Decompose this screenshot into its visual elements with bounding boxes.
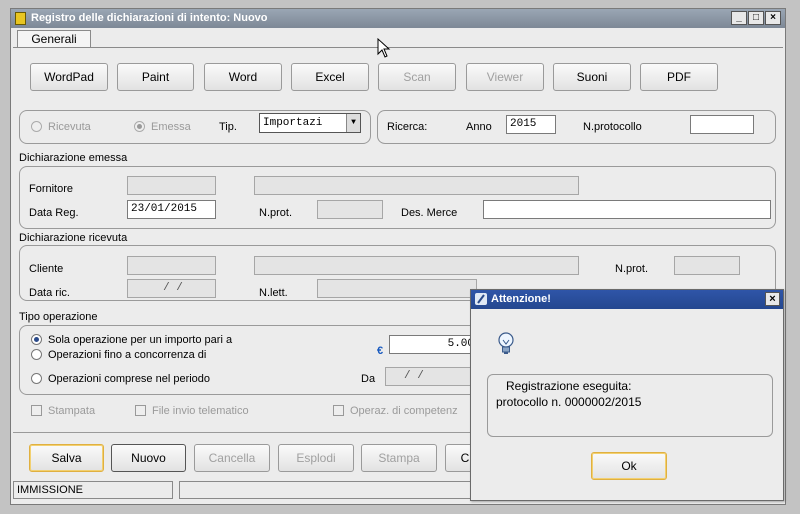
data-reg-label: Data Reg. xyxy=(29,207,79,219)
chevron-down-icon[interactable]: ▼ xyxy=(346,114,360,132)
nlett-label: N.lett. xyxy=(259,287,288,299)
ricerca-label: Ricerca: xyxy=(387,121,428,133)
ricevuta-radio[interactable] xyxy=(31,121,42,132)
operaz-label: Operaz. di competenz xyxy=(350,405,458,417)
nlett-field xyxy=(317,279,477,298)
fornitore-name-field xyxy=(254,176,579,195)
stampa-button[interactable]: Stampa xyxy=(361,444,437,472)
sola-operazione-label: Sola operazione per un importo pari a xyxy=(48,334,233,346)
nprotocollo-input[interactable] xyxy=(690,115,754,134)
maximize-button[interactable]: □ xyxy=(748,11,764,25)
tab-divider xyxy=(13,47,783,48)
salva-button[interactable]: Salva xyxy=(29,444,104,472)
excel-button[interactable]: Excel xyxy=(291,63,369,91)
status-mode: IMMISSIONE xyxy=(13,481,173,499)
esplodi-button[interactable]: Esplodi xyxy=(278,444,354,472)
fino-concorrenza-label: Operazioni fino a concorrenza di xyxy=(48,349,207,361)
mouse-cursor-icon xyxy=(377,38,391,58)
tip-select[interactable]: Importazi ▼ xyxy=(259,113,361,133)
cliente-code-field xyxy=(127,256,216,275)
data-ric-label: Data ric. xyxy=(29,287,70,299)
lightbulb-icon xyxy=(498,332,514,354)
fornitore-code-field xyxy=(127,176,216,195)
stampata-checkbox[interactable] xyxy=(31,405,42,416)
app-logo-icon xyxy=(475,293,487,305)
periodo-radio[interactable] xyxy=(31,373,42,384)
viewer-button[interactable]: Viewer xyxy=(466,63,544,91)
message-line-2: protocollo n. 0000002/2015 xyxy=(496,395,642,409)
window-title: Registro delle dichiarazioni di intento:… xyxy=(31,12,268,24)
fornitore-label: Fornitore xyxy=(29,183,74,195)
cliente-label: Cliente xyxy=(29,263,64,275)
data-reg-input[interactable]: 23/01/2015 xyxy=(127,200,216,219)
operaz-checkbox[interactable] xyxy=(333,405,344,416)
app-icon xyxy=(15,12,26,25)
emessa-radio[interactable] xyxy=(134,121,145,132)
periodo-label: Operazioni comprese nel periodo xyxy=(48,373,211,385)
ricevuta-nprot-field xyxy=(674,256,740,275)
data-ric-field: / / xyxy=(127,279,216,298)
emessa-section-title: Dichiarazione emessa xyxy=(19,152,128,164)
emessa-label: Emessa xyxy=(151,121,191,133)
stampata-label: Stampata xyxy=(48,405,96,417)
dialog-close-button[interactable]: × xyxy=(765,292,780,306)
tab-generali[interactable]: Generali xyxy=(17,30,91,48)
anno-input[interactable]: 2015 xyxy=(506,115,556,134)
da-label: Da xyxy=(361,373,376,385)
des-merce-label: Des. Merce xyxy=(401,207,458,219)
ricevuta-nprot-label: N.prot. xyxy=(615,263,649,275)
cliente-name-field xyxy=(254,256,579,275)
file-invio-checkbox[interactable] xyxy=(135,405,146,416)
wordpad-button[interactable]: WordPad xyxy=(30,63,108,91)
anno-label: Anno xyxy=(466,121,492,133)
dialog-title-bar: Attenzione! × xyxy=(471,290,783,309)
tip-select-value: Importazi xyxy=(263,117,323,129)
attenzione-dialog: Attenzione! × Registrazione eseguita: pr… xyxy=(470,289,784,501)
paint-button[interactable]: Paint xyxy=(117,63,194,91)
ok-button[interactable]: Ok xyxy=(591,452,667,480)
ricevuta-section-title: Dichiarazione ricevuta xyxy=(19,232,128,244)
scan-button[interactable]: Scan xyxy=(378,63,456,91)
des-merce-input[interactable] xyxy=(483,200,771,219)
importo-input[interactable]: 5.00 xyxy=(389,335,479,354)
message-box: Registrazione eseguita: protocollo n. 00… xyxy=(487,374,773,437)
emessa-nprot-label: N.prot. xyxy=(259,207,293,219)
dialog-title: Attenzione! xyxy=(491,293,551,305)
status-message xyxy=(179,481,479,499)
nprotocollo-label: N.protocollo xyxy=(583,121,642,133)
file-invio-label: File invio telematico xyxy=(152,405,249,417)
nuovo-button[interactable]: Nuovo xyxy=(111,444,186,472)
euro-icon: € xyxy=(377,345,384,357)
da-date-field: / / xyxy=(385,367,479,386)
sola-operazione-radio[interactable] xyxy=(31,334,42,345)
suoni-button[interactable]: Suoni xyxy=(553,63,631,91)
tip-label: Tip. xyxy=(219,121,237,133)
fino-concorrenza-radio[interactable] xyxy=(31,349,42,360)
cancella-button[interactable]: Cancella xyxy=(194,444,270,472)
pdf-button[interactable]: PDF xyxy=(640,63,718,91)
title-bar: Registro delle dichiarazioni di intento:… xyxy=(11,9,785,28)
minimize-button[interactable]: _ xyxy=(731,11,747,25)
emessa-nprot-field xyxy=(317,200,383,219)
message-line-1: Registrazione eseguita: xyxy=(506,379,632,393)
ricevuta-label: Ricevuta xyxy=(48,121,91,133)
tipo-section-title: Tipo operazione xyxy=(19,311,98,323)
close-button[interactable]: × xyxy=(765,11,781,25)
word-button[interactable]: Word xyxy=(204,63,282,91)
